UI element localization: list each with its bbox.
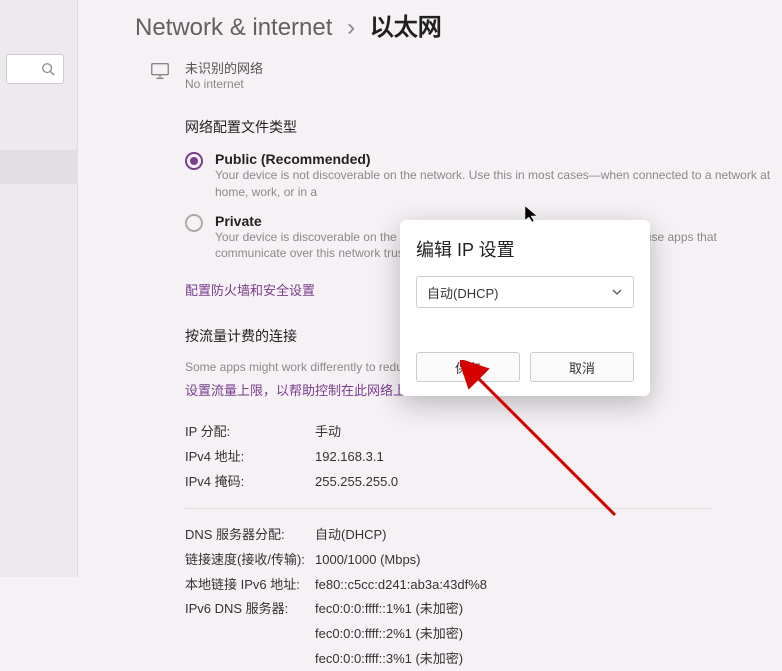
save-button[interactable]: 保存 — [416, 352, 520, 382]
chevron-right-icon: › — [347, 14, 355, 41]
sidebar — [0, 0, 78, 577]
radio-public-desc: Your device is not discoverable on the n… — [215, 167, 782, 201]
radio-public[interactable]: Public (Recommended) Your device is not … — [185, 151, 782, 201]
section-title-profile: 网络配置文件类型 — [185, 117, 782, 137]
ipv4-addr-key: IPv4 地址: — [185, 445, 315, 470]
search-icon — [41, 62, 55, 76]
ipv6-local-key: 本地链接 IPv6 地址: — [185, 573, 315, 598]
ipv6-dns-val1: fec0:0:0:ffff::1%1 (未加密) — [315, 597, 463, 622]
select-value: 自动(DHCP) — [427, 283, 499, 302]
ipv6-dns-val3: fec0:0:0:ffff::3%1 (未加密) — [315, 647, 463, 671]
monitor-icon — [149, 60, 171, 82]
cancel-button[interactable]: 取消 — [530, 352, 634, 382]
dns-assign-val: 自动(DHCP) — [315, 523, 387, 548]
dialog-title: 编辑 IP 设置 — [416, 236, 634, 262]
status-line2: No internet — [185, 77, 263, 91]
radio-icon-selected[interactable] — [185, 152, 203, 170]
ipv6-dns-val2: fec0:0:0:ffff::2%1 (未加密) — [315, 622, 463, 647]
dns-details: DNS 服务器分配:自动(DHCP) 链接速度(接收/传输):1000/1000… — [185, 523, 782, 671]
data-limit-link[interactable]: 设置流量上限，以帮助控制在此网络上的 — [185, 380, 419, 399]
ip-settings-dialog: 编辑 IP 设置 自动(DHCP) 保存 取消 — [400, 220, 650, 396]
link-speed-key: 链接速度(接收/传输): — [185, 548, 315, 573]
breadcrumb: Network & internet › 以太网 — [115, 2, 782, 42]
ipv4-mask-val: 255.255.255.0 — [315, 470, 398, 495]
chevron-down-icon — [611, 286, 623, 298]
search-input[interactable] — [6, 54, 64, 84]
radio-public-label: Public (Recommended) — [215, 151, 782, 167]
sidebar-selected-item[interactable] — [0, 150, 78, 184]
ip-details: IP 分配:手动 IPv4 地址:192.168.3.1 IPv4 掩码:255… — [185, 420, 782, 494]
ipv4-addr-val: 192.168.3.1 — [315, 445, 384, 470]
radio-icon-unselected[interactable] — [185, 214, 203, 232]
breadcrumb-root[interactable]: Network & internet — [135, 14, 332, 41]
ipv6-local-val: fe80::c5cc:d241:ab3a:43df%8 — [315, 573, 487, 598]
breadcrumb-current: 以太网 — [370, 14, 442, 41]
link-speed-val: 1000/1000 (Mbps) — [315, 548, 421, 573]
dns-assign-key: DNS 服务器分配: — [185, 523, 315, 548]
firewall-link[interactable]: 配置防火墙和安全设置 — [185, 280, 315, 299]
ip-mode-select[interactable]: 自动(DHCP) — [416, 276, 634, 308]
ip-assign-val: 手动 — [315, 420, 341, 445]
ipv6-dns-key: IPv6 DNS 服务器: — [185, 597, 315, 622]
status-line1: 未识别的网络 — [185, 58, 263, 77]
ip-assign-key: IP 分配: — [185, 420, 315, 445]
cursor-icon — [525, 206, 537, 222]
connection-status: 未识别的网络 No internet — [149, 58, 782, 91]
ipv4-mask-key: IPv4 掩码: — [185, 470, 315, 495]
divider — [185, 508, 712, 509]
